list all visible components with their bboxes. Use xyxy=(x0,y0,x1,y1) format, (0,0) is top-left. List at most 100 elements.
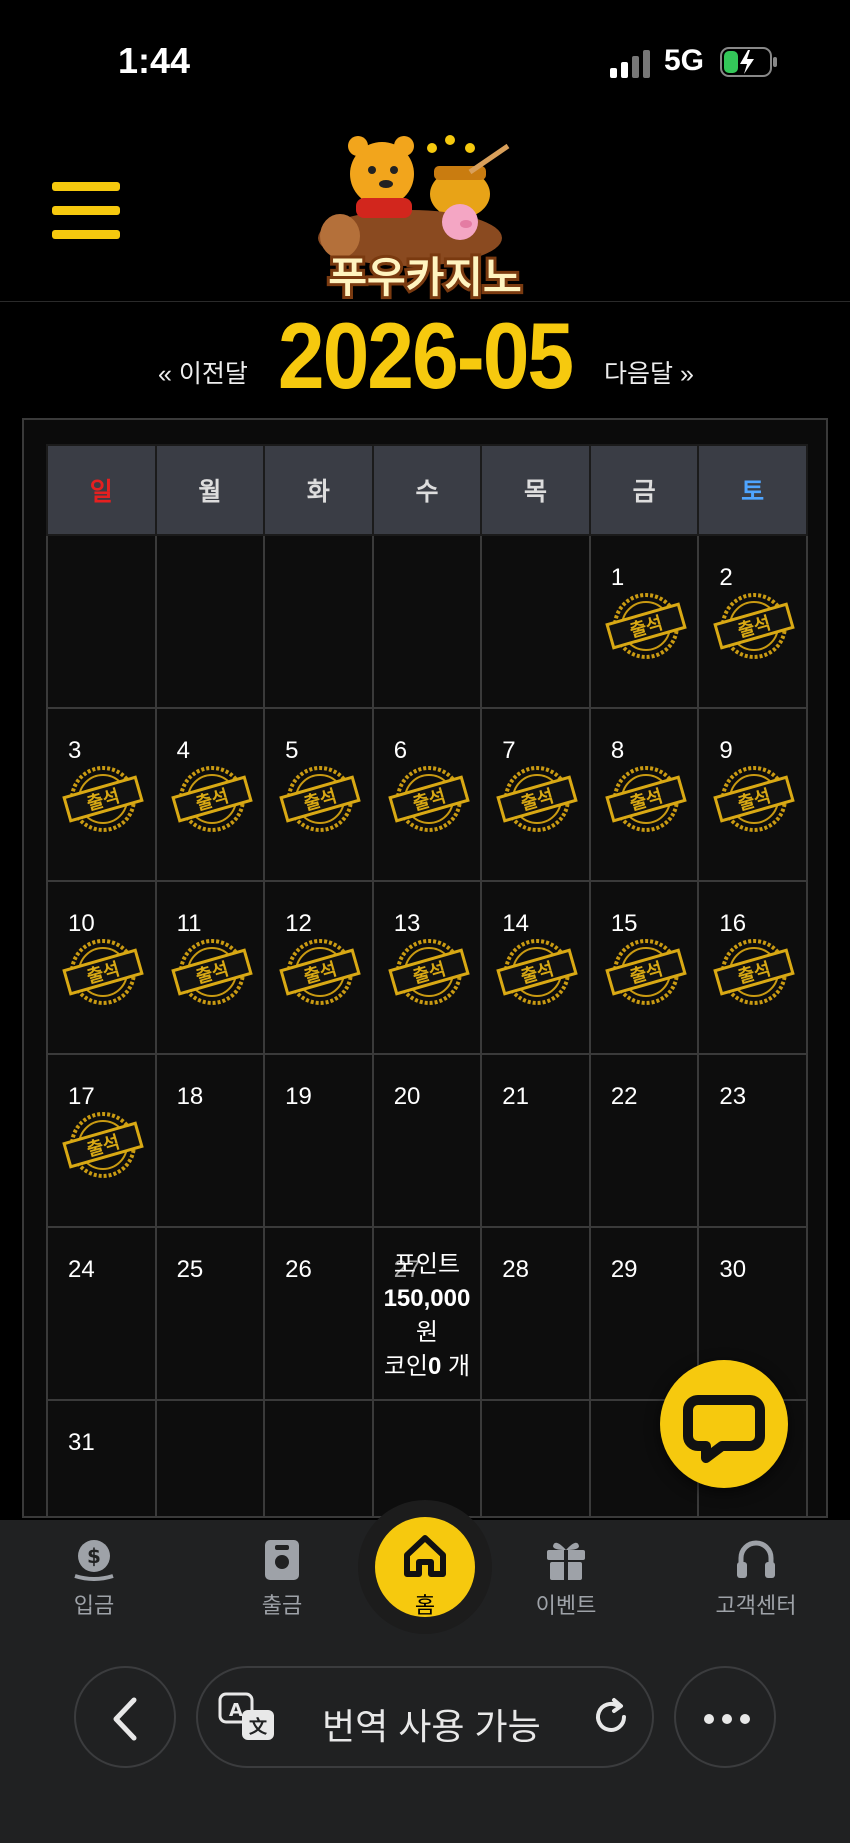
calendar-day-cell[interactable]: 11 출석 xyxy=(154,880,266,1055)
svg-text:文: 文 xyxy=(249,1716,268,1738)
calendar-day-cell[interactable]: 3 출석 xyxy=(46,707,157,882)
day-number: 26 xyxy=(285,1256,312,1283)
day-number: 10 xyxy=(68,910,95,937)
calendar-day-cell[interactable]: 31 xyxy=(46,1399,157,1516)
translate-pill[interactable]: A 文 번역 사용 가능 xyxy=(196,1666,654,1768)
nav-deposit-label: 입금 xyxy=(73,1593,115,1618)
day-number: 19 xyxy=(285,1083,312,1110)
attendance-stamp-icon: 출석 xyxy=(605,766,687,832)
point-unit: 원 xyxy=(415,1319,439,1346)
calendar-week-row: 3 출석 4 출석 5 출석 6 출석 7 출석 8 출석 9 출석 xyxy=(46,707,808,882)
attendance-stamp-icon: 출석 xyxy=(387,939,470,1005)
calendar-day-cell[interactable]: 5 출석 xyxy=(263,707,374,882)
calendar-day-cell[interactable]: 17 출석 xyxy=(46,1053,157,1228)
money-bag-icon: $ xyxy=(74,1540,114,1581)
calendar-table: 일 월 화 수 목 금 토 1 출석 2 출석 3 출석 4 출석 5 출석 6 출석 7 출석 8 출석 9 출… xyxy=(46,444,808,1516)
menu-bar-icon xyxy=(52,206,120,215)
calendar-day-cell[interactable]: 15 출석 xyxy=(588,880,700,1055)
calendar-day-cell[interactable]: 28 xyxy=(480,1226,591,1401)
safe-icon xyxy=(265,1540,299,1580)
attendance-stamp-icon: 출석 xyxy=(713,766,796,832)
day-number: 23 xyxy=(719,1083,747,1110)
brand-logo[interactable]: 푸우카지노 xyxy=(300,132,550,302)
calendar-day-cell[interactable]: 7 출석 xyxy=(480,707,591,882)
nav-event[interactable]: 이벤트 xyxy=(506,1536,626,1620)
chat-button[interactable] xyxy=(660,1360,788,1488)
day-number: 15 xyxy=(610,910,638,937)
calendar-day-cell[interactable]: 19 xyxy=(263,1053,374,1228)
calendar-empty-cell xyxy=(480,534,591,709)
calendar-day-cell[interactable]: 16 출석 xyxy=(697,880,808,1055)
calendar-week-row: 10 출석 11 출석 12 출석 13 출석 14 출석 15 출석 16 출석 xyxy=(46,880,808,1055)
attendance-stamp-icon: 출석 xyxy=(713,593,796,659)
calendar-day-cell[interactable]: 9 출석 xyxy=(697,707,808,882)
day-number: 25 xyxy=(176,1256,204,1283)
calendar-week-row: 17 출석 18 19 20 21 22 23 xyxy=(46,1053,808,1228)
browser-toolbar: A 文 번역 사용 가능 xyxy=(0,1640,850,1843)
calendar-day-cell[interactable]: 6 출석 xyxy=(371,707,483,882)
day-number: 30 xyxy=(719,1256,747,1283)
browser-back-button[interactable] xyxy=(74,1666,176,1768)
attendance-stamp-icon: 출석 xyxy=(279,766,361,832)
calendar-day-cell[interactable]: 1 출석 xyxy=(588,534,700,709)
day-number: 4 xyxy=(176,737,190,764)
nav-home-wrapper: 홈 xyxy=(358,1500,492,1634)
calendar-day-cell[interactable]: 24 xyxy=(46,1226,157,1401)
weekday-wed: 수 xyxy=(371,444,483,536)
day-number: 5 xyxy=(285,737,299,764)
nav-home-label: 홈 xyxy=(414,1593,436,1618)
calendar-day-cell[interactable]: 18 xyxy=(154,1053,266,1228)
attendance-stamp-icon: 출석 xyxy=(713,939,796,1005)
coin-line: 코인0 개 xyxy=(374,1350,481,1384)
reload-icon[interactable] xyxy=(588,1694,634,1740)
battery-charging-icon xyxy=(720,47,777,77)
calendar-day-cell[interactable]: 22 xyxy=(588,1053,700,1228)
nav-withdraw[interactable]: 출금 xyxy=(222,1536,342,1620)
next-month-link[interactable]: 다음달 » xyxy=(604,354,694,390)
attendance-stamp-icon: 출석 xyxy=(279,939,361,1005)
weekday-tue: 화 xyxy=(263,444,374,536)
calendar-day-cell[interactable]: 14 출석 xyxy=(480,880,591,1055)
day-number: 1 xyxy=(610,564,625,591)
day-number: 31 xyxy=(68,1429,95,1456)
day-number: 17 xyxy=(68,1083,95,1110)
calendar-day-cell[interactable]: 26 xyxy=(263,1226,374,1401)
calendar-day-cell[interactable]: 27 포인트 150,000 원 코인0 개 xyxy=(371,1226,483,1401)
calendar-day-cell[interactable]: 2 출석 xyxy=(697,534,808,709)
nav-home[interactable]: 홈 xyxy=(375,1517,475,1618)
menu-button[interactable] xyxy=(52,182,120,240)
attendance-stamp-icon: 출석 xyxy=(62,939,144,1005)
calendar-day-cell[interactable]: 13 출석 xyxy=(371,880,483,1055)
day-number: 20 xyxy=(393,1083,421,1110)
calendar-day-cell[interactable]: 20 xyxy=(371,1053,483,1228)
calendar-week-row: 1 출석 2 출석 xyxy=(46,534,808,709)
calendar-day-cell[interactable]: 12 출석 xyxy=(263,880,374,1055)
month-navigation: « 이전달 2026-05 다음달 » xyxy=(0,302,850,408)
prev-month-link[interactable]: « 이전달 xyxy=(158,354,248,390)
more-dots-icon xyxy=(704,1714,750,1724)
weekday-mon: 월 xyxy=(154,444,266,536)
browser-more-button[interactable] xyxy=(674,1666,776,1768)
nav-deposit[interactable]: $ 입금 xyxy=(34,1536,154,1620)
point-line: 포인트 xyxy=(374,1248,481,1282)
calendar-day-cell[interactable]: 23 xyxy=(697,1053,808,1228)
point-summary: 포인트 150,000 원 코인0 개 xyxy=(374,1248,481,1384)
coin-label: 코인 xyxy=(383,1353,428,1380)
attendance-stamp-icon: 출석 xyxy=(605,939,687,1005)
chat-bubble-icon xyxy=(683,1395,765,1463)
calendar-day-cell[interactable]: 25 xyxy=(154,1226,266,1401)
current-month-title: 2026-05 xyxy=(277,303,574,409)
gift-icon xyxy=(547,1542,585,1580)
attendance-stamp-icon: 출석 xyxy=(605,593,687,659)
calendar-day-cell[interactable]: 10 출석 xyxy=(46,880,157,1055)
attendance-stamp-icon: 출석 xyxy=(496,939,578,1005)
calendar-day-cell[interactable]: 4 출석 xyxy=(154,707,266,882)
day-number: 22 xyxy=(610,1083,638,1110)
nav-support[interactable]: 고객센터 xyxy=(696,1536,816,1620)
day-number: 9 xyxy=(719,737,733,764)
calendar-day-cell[interactable]: 21 xyxy=(480,1053,591,1228)
weekday-fri: 금 xyxy=(588,444,700,536)
translate-label: 번역 사용 가능 xyxy=(322,1706,541,1747)
logo-text: 푸우카지노 xyxy=(328,253,521,302)
calendar-day-cell[interactable]: 8 출석 xyxy=(588,707,700,882)
